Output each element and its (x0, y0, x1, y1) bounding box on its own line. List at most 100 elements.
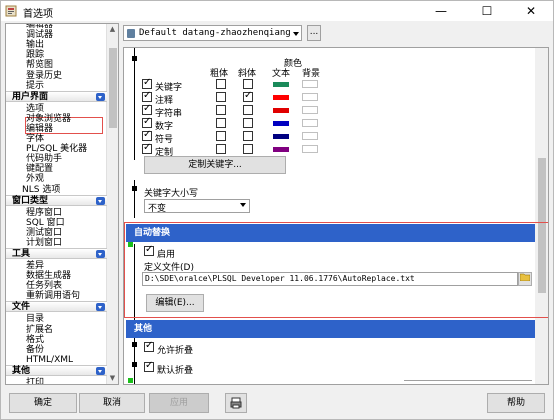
tree-item-label: 差异 (26, 261, 45, 271)
preferences-window: 首选项 — ☐ ✕ ▲ ▼ 编辑器 调试器 输出 跟踪 帮览图 登录历史 提示 用户界面 选项对… (0, 0, 554, 420)
collapse-icon[interactable] (96, 250, 105, 258)
tree-item-label: 编辑器 (26, 23, 54, 30)
italic-checkbox[interactable] (243, 105, 253, 115)
italic-checkbox[interactable] (243, 131, 253, 141)
section-marker (132, 342, 137, 347)
bold-checkbox[interactable] (216, 92, 226, 102)
collapse-icon[interactable] (96, 196, 105, 205)
keyword-case-select[interactable]: 不变 (144, 199, 250, 214)
collapse-icon[interactable] (96, 303, 105, 312)
tree-item-label: 输出 (26, 40, 45, 51)
tree-item-label: 目录 (26, 314, 45, 325)
tree-item-label: 格式 (26, 334, 45, 345)
tree-group-header[interactable]: 其他 (6, 364, 107, 376)
tree-item[interactable]: 打印 (6, 378, 107, 384)
window-title: 首选项 (23, 9, 53, 20)
editor-settings-panel: 粗体 斜体 颜色 文本 背景 关键字注释字符串数字符号定制 定制关键字... 关… (123, 47, 549, 385)
syntax-row-label: 注释 (155, 96, 174, 106)
minimize-button[interactable]: — (421, 1, 461, 21)
tree-item-label: 其他 (12, 365, 31, 376)
collapse-icon[interactable] (96, 92, 105, 101)
tree-item-label: 窗口类型 (12, 195, 49, 206)
close-button[interactable]: ✕ (511, 1, 551, 21)
background-color-swatch[interactable] (302, 106, 318, 114)
italic-checkbox[interactable] (243, 79, 253, 89)
tree-scrollbar[interactable]: ▲ ▼ (106, 24, 118, 384)
allow-fold-checkbox[interactable] (144, 340, 154, 352)
tree-item-label: 提示 (26, 80, 45, 91)
text-color-swatch[interactable] (273, 95, 289, 100)
text-color-swatch[interactable] (273, 147, 289, 152)
ok-button[interactable]: 确定 (9, 393, 77, 413)
bold-checkbox[interactable] (216, 118, 226, 128)
scroll-up-icon[interactable]: ▲ (107, 24, 118, 35)
partial-control (404, 380, 532, 384)
profile-value: Default datang-zhaozhenqiang (139, 28, 291, 38)
background-color-swatch[interactable] (302, 145, 318, 153)
panel-scrollbar[interactable] (535, 48, 548, 384)
chevron-down-icon (293, 32, 299, 36)
scroll-down-icon[interactable]: ▼ (107, 373, 118, 384)
tree-item-label: 程序窗口 (26, 207, 63, 218)
text-color-swatch[interactable] (273, 134, 289, 139)
syntax-enable-checkbox[interactable] (142, 77, 152, 89)
text-color-swatch[interactable] (273, 108, 289, 113)
default-fold-label: 默认折叠 (157, 366, 194, 376)
tree-item-label: 文件 (12, 302, 31, 313)
help-button[interactable]: 帮助 (487, 393, 545, 413)
tree-item-label: 键配置 (26, 164, 54, 175)
section-marker (132, 56, 137, 61)
profile-more-button[interactable]: ... (307, 25, 321, 41)
syntax-enable-checkbox[interactable] (142, 90, 152, 102)
background-color-swatch[interactable] (302, 132, 318, 140)
tree-group-header[interactable]: 用户界面 (6, 90, 107, 102)
tree-item-label: 数据生成器 (26, 271, 72, 282)
tree-group-header[interactable]: 工具 (6, 248, 107, 259)
app-icon (5, 5, 17, 17)
tree-item-label: 重新调用语句 (26, 291, 81, 302)
tree-item-label: 计划窗口 (26, 237, 63, 248)
text-color-swatch[interactable] (273, 82, 289, 87)
tree-scroll-thumb[interactable] (109, 48, 117, 128)
bold-checkbox[interactable] (216, 144, 226, 154)
header-background: 背景 (302, 69, 321, 79)
header-text: 文本 (272, 69, 291, 79)
italic-checkbox[interactable] (243, 118, 253, 128)
tree-group-header[interactable]: 窗口类型 (6, 194, 107, 206)
tree-item-label: 任务列表 (26, 281, 63, 292)
maximize-button[interactable]: ☐ (467, 1, 507, 21)
tree-item-label: 选项 (26, 103, 45, 114)
tree-item-label: 扩展名 (26, 324, 54, 335)
syntax-enable-checkbox[interactable] (142, 116, 152, 128)
autoreplace-highlight (124, 222, 548, 318)
background-color-swatch[interactable] (302, 93, 318, 101)
custom-keywords-button[interactable]: 定制关键字... (144, 156, 286, 174)
apply-button[interactable]: 应用 (149, 393, 209, 413)
syntax-enable-checkbox[interactable] (142, 142, 152, 154)
tree-item-label: 字体 (26, 134, 45, 144)
bold-checkbox[interactable] (216, 131, 226, 141)
syntax-enable-checkbox[interactable] (142, 129, 152, 141)
default-fold-checkbox[interactable] (144, 360, 154, 372)
text-color-swatch[interactable] (273, 121, 289, 126)
background-color-swatch[interactable] (302, 80, 318, 88)
tree-item-label: 登录历史 (26, 70, 63, 81)
printer-icon (230, 397, 242, 409)
italic-checkbox[interactable] (243, 144, 253, 154)
italic-checkbox[interactable] (243, 90, 253, 102)
collapse-icon[interactable] (96, 366, 105, 375)
print-button[interactable] (225, 393, 247, 413)
cancel-button[interactable]: 取消 (79, 393, 145, 413)
profile-icon (127, 29, 135, 38)
syntax-enable-checkbox[interactable] (142, 103, 152, 115)
tree-item-label: 工具 (12, 249, 31, 259)
bold-checkbox[interactable] (216, 79, 226, 89)
profile-select[interactable]: Default datang-zhaozhenqiang (123, 25, 302, 41)
background-color-swatch[interactable] (302, 119, 318, 127)
tree-item-label: HTML/XML (26, 354, 74, 365)
bold-checkbox[interactable] (216, 105, 226, 115)
tree-group-header[interactable]: 文件 (6, 301, 107, 313)
keyword-case-value: 不变 (148, 204, 167, 214)
syntax-row-label: 字符串 (155, 109, 183, 119)
section-marker-green (128, 378, 133, 383)
